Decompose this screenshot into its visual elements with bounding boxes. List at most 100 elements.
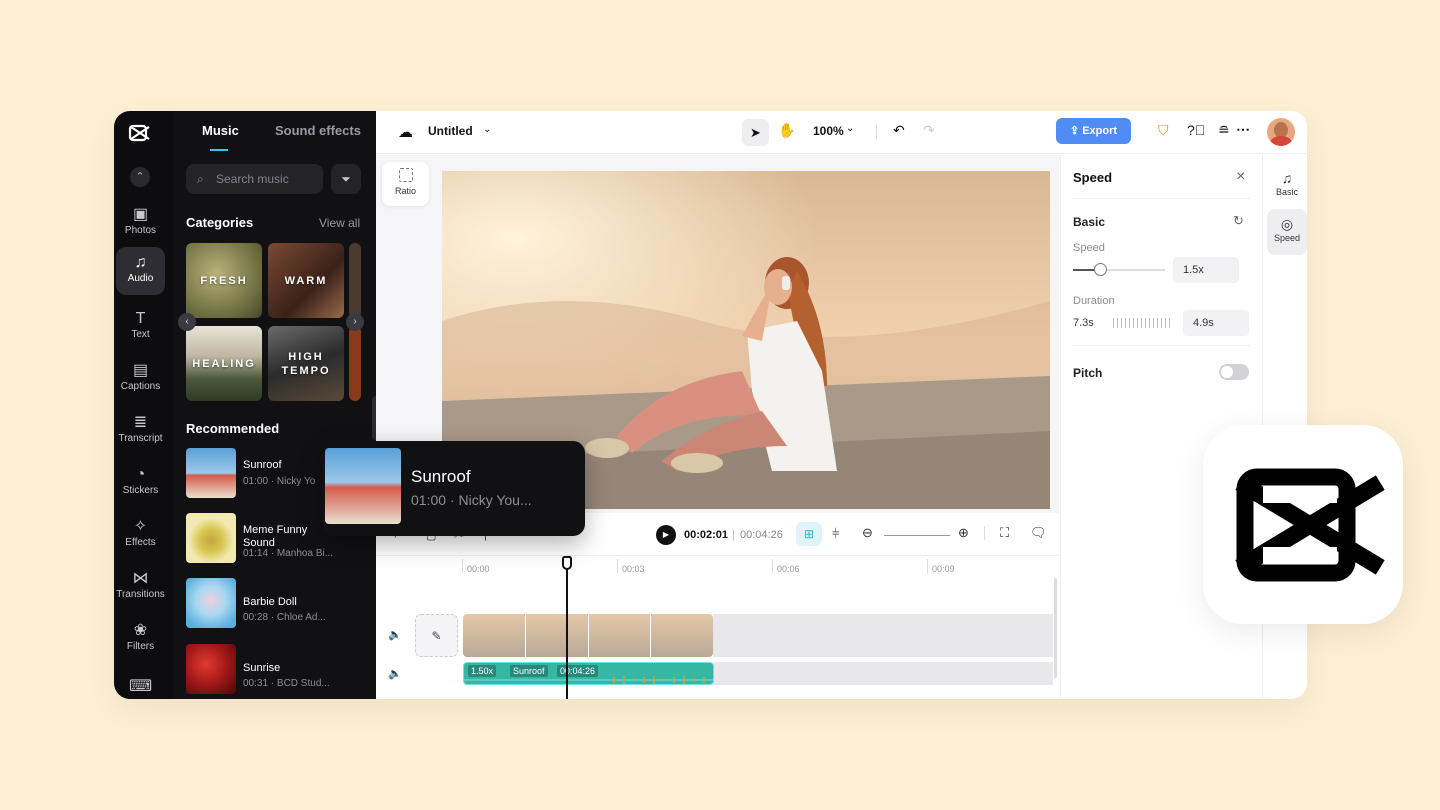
timeline: 00:00 00:03 00:06 00:09 🔈 ✎ 🔈 1.50x Sunr…: [376, 556, 1060, 699]
filter-icon: ⏷: [341, 172, 351, 186]
audio-clip[interactable]: 1.50x Sunroof 00:04:26: [463, 662, 714, 685]
speed-value-input[interactable]: 1.5x: [1173, 257, 1239, 283]
reset-icon[interactable]: ↻: [1233, 213, 1244, 229]
redo-icon[interactable]: ↷: [923, 122, 935, 139]
divider: [1073, 198, 1251, 199]
left-rail: ⌃ ▣ Photos ♫ Audio T Text ▤ Captions ≣ T…: [114, 111, 173, 699]
audio-waveform: [464, 676, 713, 684]
category-warm[interactable]: WARM: [268, 243, 344, 318]
categories-title: Categories: [186, 215, 254, 230]
ratio-label: Ratio: [394, 186, 416, 196]
tab-sound-effects[interactable]: Sound effects: [275, 123, 361, 138]
help-icon[interactable]: ?⃝: [1187, 122, 1205, 138]
play-icon: ▶: [662, 530, 670, 539]
export-icon: ⇪: [1069, 125, 1083, 137]
pitch-toggle[interactable]: [1219, 364, 1249, 380]
category-partial[interactable]: [349, 243, 361, 318]
rail-label: Speed: [1273, 233, 1301, 243]
play-button[interactable]: ▶: [656, 525, 676, 545]
effects-icon: ✧: [133, 518, 148, 535]
filters-icon: ❀: [133, 622, 148, 639]
category-label: HEALING: [192, 357, 256, 370]
select-tool-icon[interactable]: ➤: [742, 119, 769, 146]
rail-item-effects[interactable]: ✧ Effects: [116, 511, 165, 559]
category-high-tempo[interactable]: HIGH TEMPO: [268, 326, 344, 401]
speed-slider-handle[interactable]: [1094, 263, 1107, 276]
avatar[interactable]: [1267, 118, 1295, 146]
category-prev-icon[interactable]: ‹: [178, 313, 196, 331]
rail-item-basic[interactable]: ♫ Basic: [1267, 163, 1307, 209]
collapse-icon[interactable]: ⌃: [130, 167, 150, 187]
rail-label: Captions: [120, 381, 161, 392]
song-name: Sunrise: [243, 662, 281, 674]
zoom-level[interactable]: 100%: [813, 124, 844, 138]
playhead-handle[interactable]: [562, 556, 572, 570]
duration-value-input[interactable]: 4.9s: [1183, 310, 1249, 336]
export-button[interactable]: ⇪ Export: [1056, 118, 1131, 144]
cover-edit-button[interactable]: ✎: [415, 614, 458, 657]
ruler-tick: [772, 559, 773, 573]
comment-icon[interactable]: 🗨: [1030, 525, 1047, 541]
rail-label: Basic: [1275, 187, 1298, 197]
video-clip[interactable]: [463, 614, 713, 657]
split-view-icon[interactable]: ⫩: [832, 526, 839, 542]
music-panel: Music Sound effects ⌕ Search music ⏷ Cat…: [173, 111, 376, 699]
stack-icon[interactable]: ≘: [1218, 122, 1230, 139]
ruler-tick: [462, 559, 463, 573]
ratio-button[interactable]: Ratio: [382, 162, 429, 206]
rail-item-captions[interactable]: ▤ Captions: [116, 355, 165, 403]
video-track-volume-icon[interactable]: 🔈: [388, 628, 402, 641]
ruler-label: 00:06: [777, 564, 800, 574]
song-item[interactable]: Sunrise 00:31 · BCD Stud...: [186, 644, 371, 696]
category-fresh[interactable]: FRESH: [186, 243, 262, 318]
zoom-slider[interactable]: [884, 535, 950, 536]
capcut-logo-icon[interactable]: [128, 123, 152, 143]
current-time: 00:02:01: [684, 529, 729, 541]
chevron-down-icon[interactable]: ⌄: [483, 124, 491, 135]
shield-icon[interactable]: ⛉: [1158, 122, 1169, 139]
rail-item-stickers[interactable]: ◔ Stickers: [116, 459, 165, 507]
rail-item-speed[interactable]: ◎ Speed: [1267, 209, 1307, 255]
rail-item-keyboard[interactable]: ⌨: [116, 671, 165, 699]
tab-music[interactable]: Music: [202, 123, 239, 138]
more-icon[interactable]: ⋯: [1236, 121, 1250, 138]
close-icon[interactable]: ×: [1236, 168, 1245, 186]
category-partial[interactable]: [349, 326, 361, 401]
popup-song-meta: 01:00 · Nicky You...: [411, 492, 532, 508]
audio-track-volume-icon[interactable]: 🔈: [388, 667, 402, 680]
playhead[interactable]: [566, 556, 568, 699]
zoom-in-icon[interactable]: ⊕: [958, 525, 969, 541]
category-label: HIGH TEMPO: [281, 350, 331, 377]
magnet-icon[interactable]: ⊞: [796, 522, 822, 546]
video-track-bg: [713, 614, 1053, 657]
view-all-link[interactable]: View all: [319, 216, 360, 230]
rail-item-text[interactable]: T Text: [116, 303, 165, 351]
category-label: WARM: [284, 274, 328, 287]
duration-ruler: [1113, 318, 1173, 328]
rail-label: Effects: [125, 537, 156, 548]
fullscreen-icon[interactable]: ⛶: [1000, 525, 1009, 541]
zoom-chevron-icon[interactable]: ⌄: [846, 123, 854, 134]
category-healing[interactable]: HEALING: [186, 326, 262, 401]
category-label: FRESH: [200, 274, 248, 287]
divider: [876, 125, 877, 139]
search-input[interactable]: ⌕ Search music: [186, 164, 323, 194]
zoom-out-icon[interactable]: ⊖: [862, 525, 873, 541]
hand-tool-icon[interactable]: ✋: [778, 122, 795, 139]
project-name[interactable]: Untitled: [428, 124, 473, 138]
editor-window: ⌃ ▣ Photos ♫ Audio T Text ▤ Captions ≣ T…: [114, 111, 1307, 699]
rail-item-filters[interactable]: ❀ Filters: [116, 615, 165, 663]
song-item[interactable]: Barbie Doll 00:28 · Chloe Ad...: [186, 578, 371, 630]
rail-item-photos[interactable]: ▣ Photos: [116, 199, 165, 247]
rail-item-audio[interactable]: ♫ Audio: [116, 247, 165, 295]
category-next-icon[interactable]: ›: [346, 313, 364, 331]
top-bar: ☁ Untitled ⌄ ➤ ✋ 100% ⌄ ↶ ↷ ⇪ Export ⛉ ?…: [376, 111, 1307, 154]
rail-item-transitions[interactable]: ⋈ Transitions: [116, 563, 165, 611]
rail-item-transcript[interactable]: ≣ Transcript: [116, 407, 165, 455]
filter-button[interactable]: ⏷: [331, 164, 361, 194]
capcut-logo-card: [1203, 425, 1403, 624]
timeline-scrollbar[interactable]: [1054, 578, 1057, 678]
undo-icon[interactable]: ↶: [893, 122, 905, 139]
cloud-icon[interactable]: ☁: [398, 123, 413, 141]
song-thumbnail: [186, 644, 236, 694]
